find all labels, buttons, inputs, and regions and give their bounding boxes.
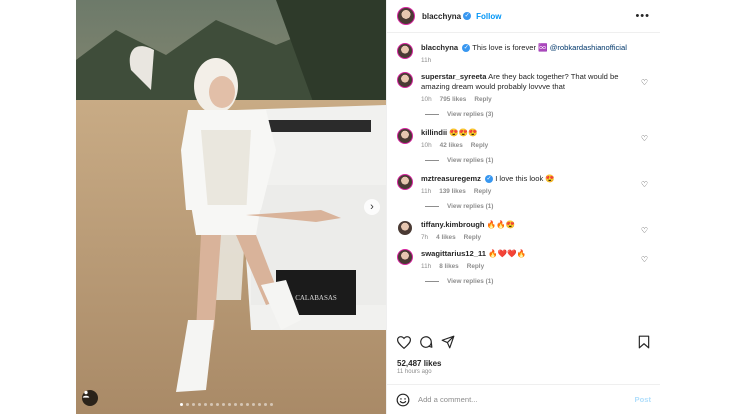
reply-button[interactable]: Reply: [471, 142, 488, 149]
comment-time: 10h: [421, 96, 432, 103]
comment-text: 🔥❤️❤️🔥: [488, 249, 526, 258]
reply-button[interactable]: Reply: [464, 234, 481, 241]
post-photo: CALABASAS: [76, 0, 386, 414]
comment-username[interactable]: swagittarius12_11: [421, 249, 486, 258]
comment-item: superstar_syreeta Are they back together…: [397, 72, 650, 103]
tagged-user-button[interactable]: [82, 390, 98, 406]
comment-item: tiffany.kimbrough 🔥🔥😍 7h 4 likes Reply ♡: [397, 220, 650, 241]
carousel-dot: [258, 403, 261, 406]
comment-time: 10h: [421, 142, 432, 149]
verified-badge-icon: ✓: [463, 12, 472, 20]
view-replies-button[interactable]: View replies (1): [425, 278, 650, 285]
author-avatar[interactable]: [397, 7, 415, 25]
view-replies-button[interactable]: View replies (1): [425, 203, 650, 210]
comment-username[interactable]: killindii: [421, 128, 447, 137]
carousel-dot: [222, 403, 225, 406]
commenter-avatar[interactable]: [397, 174, 413, 190]
comment-likes[interactable]: 42 likes: [440, 142, 463, 149]
comment-likes[interactable]: 4 likes: [436, 234, 456, 241]
comment-username[interactable]: superstar_syreeta: [421, 72, 486, 81]
commenter-avatar[interactable]: [397, 72, 413, 88]
reply-button[interactable]: Reply: [474, 188, 491, 195]
carousel-dot: [270, 403, 273, 406]
comment-text: I love this look 😍: [495, 174, 555, 183]
comment-item: killindii 😍😍😍 10h 42 likes Reply ♡: [397, 128, 650, 149]
comment-bubble-icon[interactable]: [419, 335, 433, 349]
carousel-dot: [240, 403, 243, 406]
verified-badge-icon: ✓: [485, 175, 494, 183]
post-dialog: CALABASAS › blacchyna ✓ Follow ••• blacc…: [76, 0, 660, 414]
carousel-dot: [228, 403, 231, 406]
comment-username[interactable]: tiffany.kimbrough: [421, 220, 485, 229]
comment-likes[interactable]: 139 likes: [439, 188, 466, 195]
comment-likes[interactable]: 795 likes: [440, 96, 467, 103]
share-send-icon[interactable]: [441, 335, 455, 349]
carousel-dot: [192, 403, 195, 406]
author-avatar[interactable]: [397, 43, 413, 59]
post-timestamp[interactable]: 11 hours ago: [397, 369, 432, 375]
next-media-button[interactable]: ›: [364, 199, 380, 215]
comment-likes[interactable]: 8 likes: [439, 263, 459, 270]
comment-text: 🔥🔥😍: [486, 220, 516, 229]
post-comment-button[interactable]: Post: [635, 395, 651, 404]
post-side-panel: blacchyna ✓ Follow ••• blacchyna ✓ This …: [386, 0, 660, 414]
commenter-avatar[interactable]: [397, 128, 413, 144]
comment-input[interactable]: [418, 395, 635, 404]
like-comment-heart-icon[interactable]: ♡: [641, 180, 648, 189]
like-comment-heart-icon[interactable]: ♡: [641, 134, 648, 143]
carousel-dot: [246, 403, 249, 406]
commenter-avatar[interactable]: [397, 220, 413, 236]
like-heart-icon[interactable]: [397, 335, 411, 349]
carousel-indicator: [180, 403, 273, 406]
view-replies-button[interactable]: View replies (1): [425, 157, 650, 164]
carousel-dot: [252, 403, 255, 406]
bookmark-icon[interactable]: [638, 335, 650, 349]
carousel-dot: [264, 403, 267, 406]
add-comment-bar: Post: [387, 384, 660, 414]
comment-item: mztreasuregemz ✓ I love this look 😍 11h 1…: [397, 174, 650, 195]
carousel-dot: [198, 403, 201, 406]
reply-button[interactable]: Reply: [474, 96, 491, 103]
post-actions: [397, 333, 650, 351]
more-horizontal-icon[interactable]: •••: [635, 10, 650, 22]
caption: blacchyna ✓ This love is forever ♾️ @rob…: [397, 43, 650, 64]
like-comment-heart-icon[interactable]: ♡: [641, 226, 648, 235]
carousel-dot: [180, 403, 183, 406]
carousel-dot: [204, 403, 207, 406]
comment-username[interactable]: mztreasuregemz: [421, 174, 481, 183]
caption-mention-link[interactable]: @robkardashianofficial: [550, 43, 627, 52]
svg-text:CALABASAS: CALABASAS: [295, 294, 337, 302]
follow-button[interactable]: Follow: [476, 12, 501, 21]
post-media[interactable]: CALABASAS ›: [76, 0, 386, 414]
author-username[interactable]: blacchyna: [422, 12, 461, 21]
post-header: blacchyna ✓ Follow •••: [387, 0, 660, 33]
comment-time: 7h: [421, 234, 429, 241]
emoji-icon[interactable]: [396, 393, 410, 407]
comment-time: 11h: [421, 263, 432, 270]
comment-item: swagittarius12_11 🔥❤️❤️🔥 11h 8 likes Reply…: [397, 249, 650, 270]
reply-button[interactable]: Reply: [467, 263, 484, 270]
comment-time: 11h: [421, 188, 432, 195]
comments-list[interactable]: blacchyna ✓ This love is forever ♾️ @rob…: [387, 33, 660, 329]
like-comment-heart-icon[interactable]: ♡: [641, 78, 648, 87]
caption-text: This love is forever ♾️: [472, 43, 548, 52]
carousel-dot: [186, 403, 189, 406]
post-likes-count[interactable]: 52,487 likes: [397, 359, 441, 368]
like-comment-heart-icon[interactable]: ♡: [641, 255, 648, 264]
carousel-dot: [210, 403, 213, 406]
user-icon: [82, 390, 90, 398]
carousel-dot: [234, 403, 237, 406]
caption-time: 11h: [421, 57, 432, 64]
carousel-dot: [216, 403, 219, 406]
verified-badge-icon: ✓: [462, 44, 471, 52]
view-replies-button[interactable]: View replies (3): [425, 111, 650, 118]
commenter-avatar[interactable]: [397, 249, 413, 265]
comment-text: 😍😍😍: [449, 128, 478, 137]
caption-username[interactable]: blacchyna: [421, 43, 458, 52]
